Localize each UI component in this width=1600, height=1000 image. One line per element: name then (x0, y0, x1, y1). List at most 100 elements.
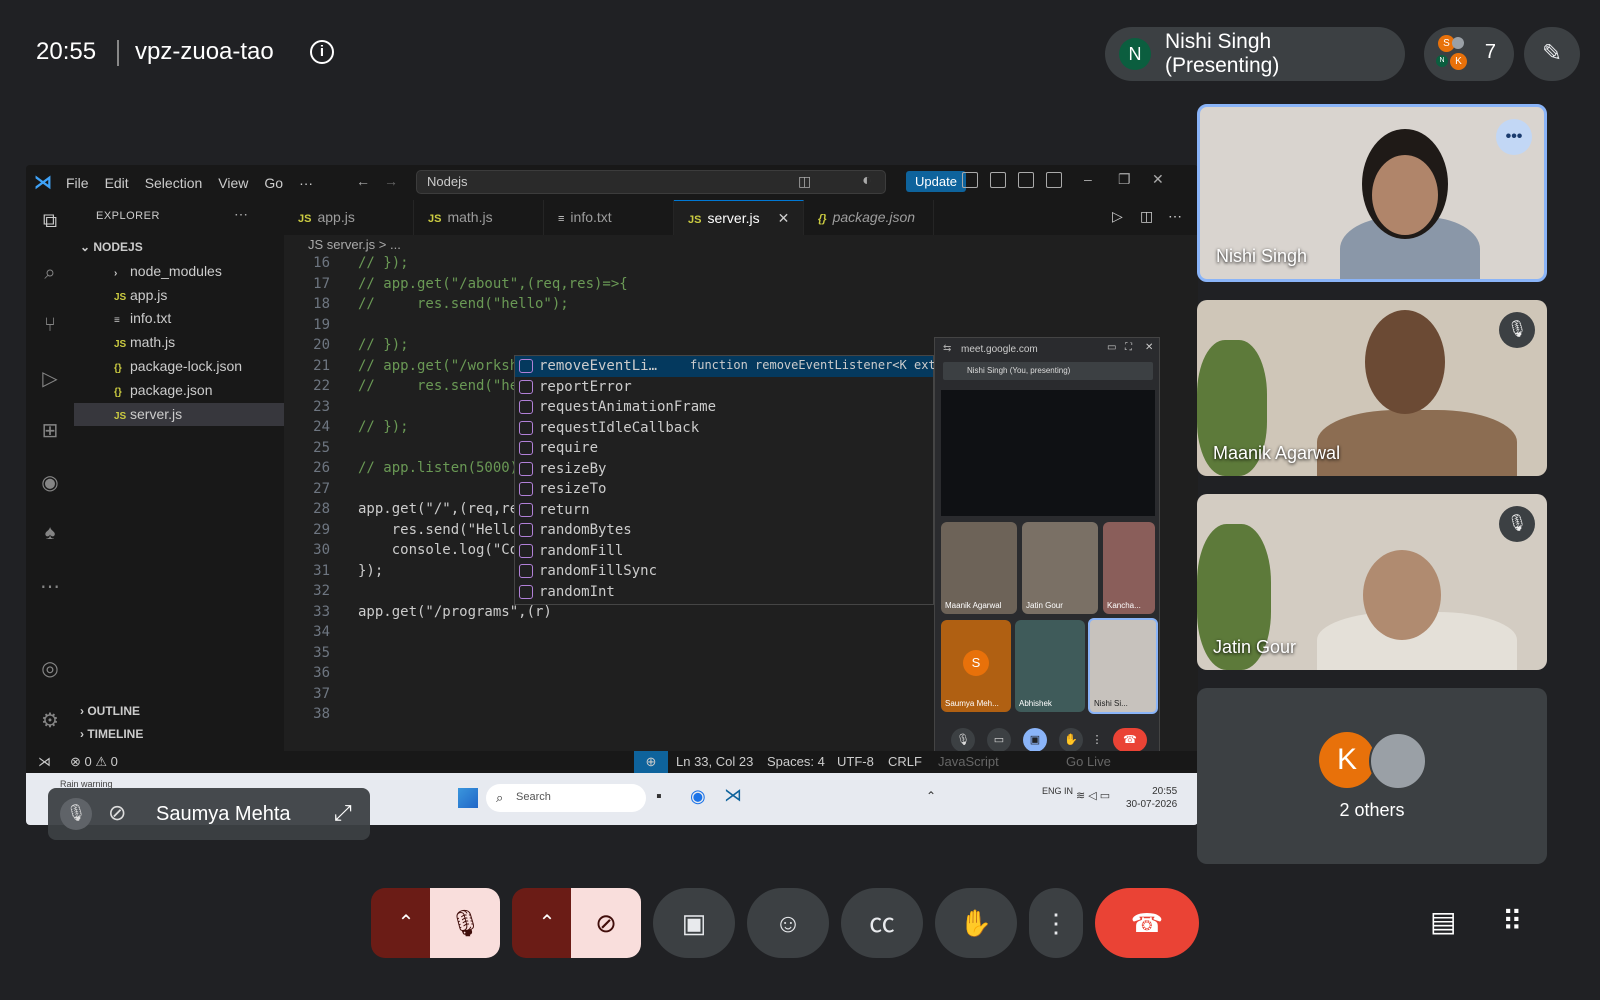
menu-more[interactable]: ··· (299, 175, 313, 191)
suggestion-item[interactable]: randomInt (515, 582, 933, 603)
suggestion-widget[interactable]: randomInt randomFillSync randomFill randomB… (514, 355, 943, 605)
suggestion-item[interactable]: randomFill (515, 541, 933, 562)
back-arrow-icon[interactable]: ← (356, 173, 370, 189)
pip-more-icon[interactable]: ⋮ (1091, 728, 1103, 752)
update-button[interactable]: Update (906, 171, 966, 192)
participant-tile[interactable]: 🎙 Jatin Gour (1197, 494, 1547, 670)
suggestion-item[interactable]: reportError (515, 377, 933, 398)
more-options-button[interactable]: ⋮ (1029, 888, 1083, 958)
suggestion-item[interactable]: randomBytes (515, 520, 933, 541)
encoding[interactable]: UTF-8 (837, 754, 874, 769)
explorer-item[interactable]: › node_modules (74, 260, 284, 283)
pip-camera-toggle-icon[interactable]: ▭ (987, 728, 1011, 752)
presenting-chip[interactable]: N Nishi Singh (Presenting) (1105, 27, 1405, 81)
suggestion-item[interactable]: requestAnimationFrame (515, 397, 933, 418)
pip-raise-hand-icon[interactable]: ✋ (1059, 728, 1083, 752)
extensions-icon[interactable]: ⊞ (38, 418, 62, 442)
pip-close-icon[interactable]: ✕ (1145, 342, 1153, 353)
code-line[interactable]: console.log("Code (358, 542, 535, 558)
code-line[interactable]: app.get("/programs",(r) (358, 604, 552, 620)
zoom-icon[interactable]: ⊕ (634, 751, 668, 773)
tray-chevron-icon[interactable]: ⌃ (926, 789, 936, 803)
command-center-search[interactable]: Nodejs (416, 170, 886, 194)
code-line[interactable]: // res.send("hello"); (358, 296, 569, 312)
file-explorer-icon[interactable]: ▪ (656, 788, 662, 806)
language-mode[interactable]: JavaScript (938, 754, 999, 769)
pip-camera-icon[interactable]: ▭ (1107, 342, 1116, 353)
pip-expand-icon[interactable]: ⛶ (1125, 342, 1132, 353)
participant-tile[interactable]: 🎙 Maanik Agarwal (1197, 300, 1547, 476)
people-button[interactable]: S N K 7 (1424, 27, 1514, 81)
windows-start-icon[interactable] (458, 788, 478, 808)
problems-status[interactable]: ⊗ 0 ⚠ 0 (70, 754, 118, 770)
copilot-icon[interactable]: ◫ (798, 173, 811, 190)
explorer-item[interactable]: ≡ info.txt (74, 307, 284, 330)
cursor-position[interactable]: Ln 33, Col 23 (676, 754, 753, 769)
explorer-item[interactable]: JS app.js (74, 284, 284, 307)
expand-icon[interactable]: ⤢ (334, 800, 352, 826)
go-live[interactable]: Go Live (1066, 754, 1111, 769)
run-debug-icon[interactable]: ▷ (38, 366, 62, 390)
info-icon[interactable]: i (310, 40, 334, 64)
pip-mic-icon[interactable]: 🎙 (951, 728, 975, 752)
code-line[interactable]: // }); (358, 337, 409, 353)
tab-server-js[interactable]: JS server.js ✕ (674, 200, 804, 235)
settings-gear-icon[interactable]: ⚙ (38, 708, 62, 732)
leave-call-button[interactable]: ☎ (1095, 888, 1199, 958)
edit-pen-icon[interactable]: ✎ (1524, 27, 1580, 81)
menu-go[interactable]: Go (264, 175, 283, 191)
camera-off-button[interactable]: ⊘ (571, 888, 641, 958)
activities-grid-icon[interactable]: ⠿ (1502, 905, 1523, 938)
menu-edit[interactable]: Edit (105, 175, 129, 191)
suggestion-item[interactable]: resizeTo (515, 479, 933, 500)
explorer-item[interactable]: {} package.json (74, 379, 284, 402)
tab-app-js[interactable]: JS app.js (284, 200, 414, 235)
account-icon[interactable]: ◎ (38, 656, 62, 680)
chrome-icon[interactable]: ◉ (690, 786, 706, 807)
tab-math-js[interactable]: JS math.js (414, 200, 544, 235)
taskbar-search[interactable]: ⌕ Search (486, 784, 646, 812)
close-tab-icon[interactable]: ✕ (778, 210, 790, 226)
explorer-item-selected[interactable]: JS server.js (74, 403, 284, 426)
suggestion-item[interactable]: requestIdleCallback (515, 418, 933, 439)
chat-icon[interactable]: ▤ (1430, 905, 1456, 938)
toggle-secondary-sidebar-icon[interactable] (1046, 172, 1062, 188)
search-icon[interactable]: ⌕ (38, 262, 62, 286)
accounts-icon[interactable]: ◐ (862, 172, 872, 190)
code-line[interactable]: }); (358, 563, 383, 579)
explorer-icon[interactable]: ⧉ (38, 210, 62, 234)
explorer-item[interactable]: {} package-lock.json (74, 355, 284, 378)
emoji-reaction-button[interactable]: ☺ (747, 888, 829, 958)
close-window-icon[interactable]: ✕ (1152, 171, 1164, 188)
code-line[interactable]: // }); (358, 419, 409, 435)
editor-more-icon[interactable]: ⋯ (1168, 208, 1182, 225)
captions-button[interactable]: ㏄ (841, 888, 923, 958)
language-indicator[interactable]: ENG IN (1042, 785, 1073, 797)
run-icon[interactable]: ▷ (1112, 208, 1123, 225)
toggle-panel-icon[interactable] (1018, 172, 1034, 188)
pip-present-icon[interactable]: ▣ (1023, 728, 1047, 752)
wifi-volume-battery-icon[interactable]: ≋ ◁ ▭ (1076, 789, 1110, 802)
timeline-section[interactable]: › TIMELINE (74, 723, 284, 746)
raise-hand-button[interactable]: ✋ (935, 888, 1017, 958)
github-icon[interactable]: ◉ (38, 470, 62, 494)
suggestion-item[interactable]: randomFillSync (515, 561, 933, 582)
code-line[interactable]: // }); (358, 255, 409, 271)
restore-icon[interactable]: ❐ (1118, 171, 1131, 188)
taskbar-clock[interactable]: 20:55 30-07-2026 (1126, 785, 1177, 811)
code-line[interactable]: // app.listen(5000); (358, 460, 527, 476)
code-line[interactable]: // app.get("/about",(req,res)=>{ (358, 276, 628, 292)
breadcrumb[interactable]: JS server.js > ... (284, 237, 401, 252)
present-screen-button[interactable]: ▣ (653, 888, 735, 958)
explorer-item[interactable]: JS math.js (74, 331, 284, 354)
menu-selection[interactable]: Selection (145, 175, 203, 191)
meet-pip-window[interactable]: ⇆ meet.google.com ▭ ⛶ ✕ Nishi Singh (You… (934, 337, 1160, 755)
outline-section[interactable]: › OUTLINE (74, 700, 284, 723)
pip-hangup-icon[interactable]: ☎ (1113, 728, 1147, 752)
layout-icon[interactable] (962, 172, 978, 188)
mic-off-button[interactable]: 🎙 (430, 888, 500, 958)
more-icon[interactable]: ⋯ (38, 574, 62, 598)
source-control-icon[interactable]: ⑂ (38, 314, 62, 338)
explorer-more-icon[interactable]: ⋯ (234, 206, 248, 223)
forward-arrow-icon[interactable]: → (384, 173, 398, 189)
